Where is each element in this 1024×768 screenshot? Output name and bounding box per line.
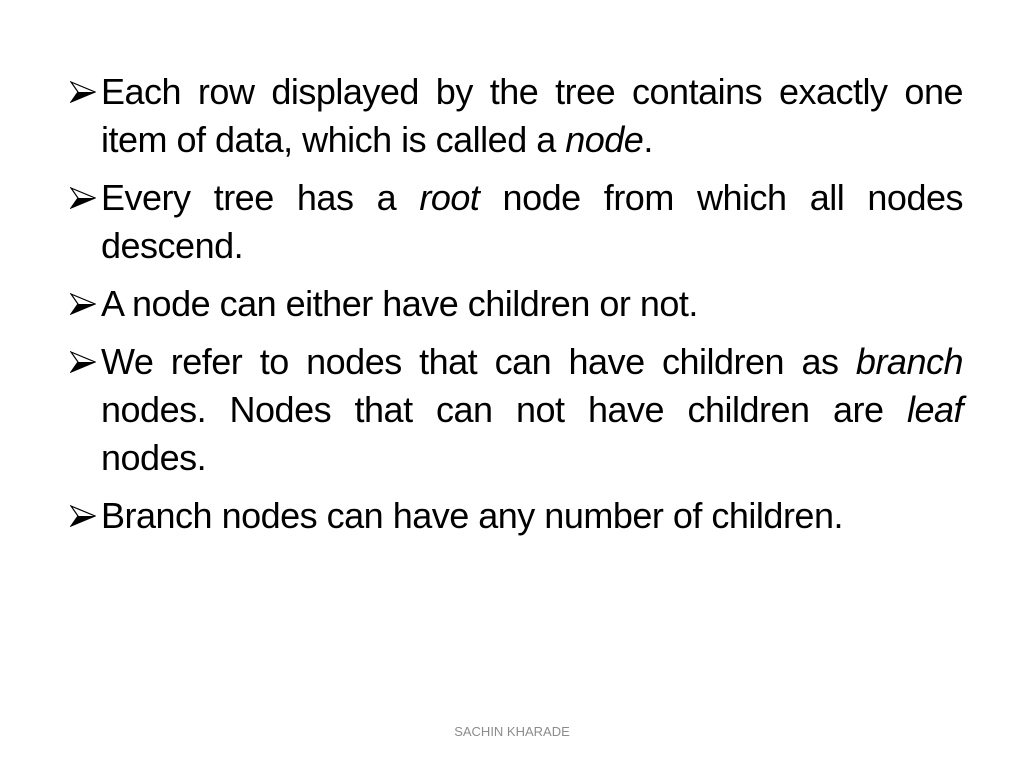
arrowhead-bullet-icon (70, 351, 96, 373)
arrowhead-bullet-icon (70, 293, 96, 315)
bullet-item: We refer to nodes that can have children… (70, 338, 964, 482)
emphasized-term: leaf (906, 389, 964, 430)
bullet-text: We refer to nodes that can have children… (101, 341, 856, 382)
bullet-item: Branch nodes can have any number of chil… (70, 492, 963, 540)
emphasized-term: branch (855, 341, 964, 382)
bullet-text: A node can either have children or not. (101, 283, 698, 324)
bullet-text: nodes. Nodes that can not have children … (101, 389, 907, 430)
emphasized-term: node (565, 119, 644, 160)
bullet-text: . (643, 119, 653, 160)
slide-footer: SACHIN KHARADE (454, 724, 570, 739)
bullet-text: Each row displayed by the tree contains … (101, 71, 964, 160)
bullet-item: Each row displayed by the tree contains … (70, 68, 964, 164)
bullet-list: Each row displayed by the tree contains … (70, 68, 964, 550)
slide: Each row displayed by the tree contains … (0, 0, 1024, 768)
emphasized-term: root (419, 177, 480, 218)
bullet-item: Every tree has a root node from which al… (70, 174, 963, 270)
bullet-text: nodes. (101, 437, 207, 478)
bullet-item: A node can either have children or not. (70, 280, 963, 328)
arrowhead-bullet-icon (70, 505, 96, 527)
bullet-text: Every tree has a (101, 177, 420, 218)
bullet-text: Branch nodes can have any number of chil… (101, 495, 843, 536)
arrowhead-bullet-icon (70, 81, 96, 103)
arrowhead-bullet-icon (70, 187, 96, 209)
